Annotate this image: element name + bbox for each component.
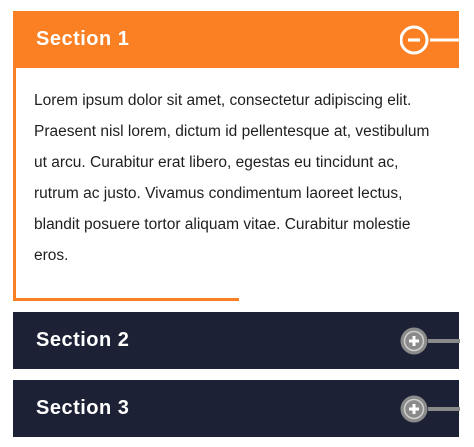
section-1-title: Section 1 [36,28,130,50]
section-1-header[interactable]: Section 1 [13,11,460,68]
section-2-title: Section 2 [36,329,130,351]
content-bottom-rule [13,298,239,301]
section-3-header[interactable]: Section 3 [13,380,460,437]
section-3-title: Section 3 [36,397,130,419]
section-2-header[interactable]: Section 2 [13,312,460,369]
plus-circle-icon[interactable] [400,392,460,426]
section-1-text: Lorem ipsum dolor sit amet, consectetur … [34,92,430,264]
section-1-content: Lorem ipsum dolor sit amet, consectetur … [13,68,459,301]
accordion: Section 1 Lorem ipsum dolor sit amet, co… [13,11,460,437]
plus-circle-icon[interactable] [400,324,460,358]
minus-circle-icon[interactable] [400,23,460,57]
